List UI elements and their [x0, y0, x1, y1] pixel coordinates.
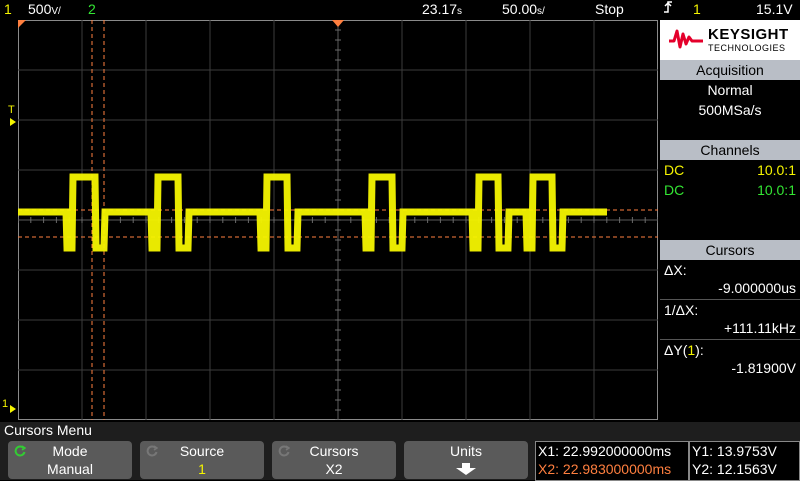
softkey-cursors[interactable]: Cursors X2	[272, 441, 396, 479]
time-reference[interactable]: 23.17s	[422, 0, 462, 21]
channel-1-ratio: 10.0:1	[757, 162, 796, 178]
trigger-channel[interactable]: 1	[693, 0, 701, 18]
y2-readout: Y2: 12.1563V	[692, 461, 777, 477]
delta-x-value: -9.000000us	[718, 280, 796, 296]
delta-y-label-channel: 1	[687, 342, 696, 358]
acquisition-mode: Normal	[707, 82, 753, 98]
trigger-level-arrow-icon	[10, 118, 16, 126]
cursors-header[interactable]: Cursors	[660, 240, 800, 260]
waveform-display[interactable]	[18, 20, 658, 420]
ch1-scale-value: 500	[28, 1, 52, 17]
softkey-source-value: 1	[198, 461, 206, 477]
y1-readout: Y1: 13.9753V	[692, 443, 777, 459]
x-cursor-readout: X1: 22.992000000ms X2: 22.983000000ms	[535, 441, 689, 481]
keysight-wave-icon	[669, 29, 703, 49]
channel-2-ratio: 10.0:1	[757, 182, 796, 198]
brand-sub: TECHNOLOGIES	[708, 43, 786, 53]
delta-y-label-post: ):	[695, 342, 704, 358]
softkey-mode[interactable]: Mode Manual	[8, 441, 132, 479]
softkey-mode-label: Mode	[52, 443, 88, 459]
x1-readout: X1: 22.992000000ms	[538, 443, 672, 459]
timebase-unit: s/	[537, 6, 545, 17]
softkey-units[interactable]: Units	[404, 441, 528, 479]
acquisition-rate: 500MSa/s	[698, 102, 762, 118]
brand-name: KEYSIGHT	[708, 26, 789, 43]
ch1-ground-marker[interactable]: 1	[2, 398, 8, 410]
delta-y-value: -1.81900V	[731, 360, 796, 376]
time-reference-unit: s	[457, 6, 463, 17]
trigger-level-marker[interactable]: T	[8, 104, 15, 116]
trigger-level[interactable]: 15.1V	[756, 0, 793, 18]
acquisition-header[interactable]: Acquisition	[660, 60, 800, 80]
delta-y-label-pre: ΔY(	[664, 342, 688, 358]
channel-1-coupling: DC	[664, 162, 685, 178]
softkey-cursors-label: Cursors	[309, 443, 359, 459]
ch1-scale[interactable]: 500V/	[28, 0, 61, 21]
delta-y-label: ΔY(1):	[660, 340, 800, 360]
run-state[interactable]: Stop	[595, 0, 624, 18]
left-edge-marker-icon	[18, 20, 26, 28]
keysight-logo: KEYSIGHT TECHNOLOGIES	[660, 20, 800, 60]
softkey-units-label: Units	[450, 443, 482, 459]
inverse-delta-x-value: +111.11kHz	[724, 320, 796, 336]
timebase[interactable]: 50.00s/	[502, 0, 545, 21]
delta-x-label: ΔX:	[664, 262, 687, 278]
menu-title: Cursors Menu	[4, 422, 92, 438]
time-reference-value: 23.17	[422, 1, 458, 17]
timebase-value: 50.00	[502, 1, 538, 17]
y-cursor-readout: Y1: 13.9753V Y2: 12.1563V	[689, 441, 800, 481]
trigger-position-icon	[332, 20, 344, 27]
ch1-scale-unit: V/	[51, 6, 61, 17]
side-panel: KEYSIGHT TECHNOLOGIES Acquisition Normal…	[660, 20, 800, 420]
ch1-ground-arrow-icon	[10, 405, 16, 413]
submenu-arrow-icon	[456, 463, 476, 475]
x2-readout: X2: 22.983000000ms	[538, 461, 672, 477]
status-bar: 1 500V/ 2 23.17s 50.00s/ Stop 1 15.1V	[0, 0, 800, 18]
softkey-source[interactable]: Source 1	[140, 441, 264, 479]
graticule	[18, 20, 658, 420]
ch1-number[interactable]: 1	[4, 0, 12, 18]
channel-2-coupling: DC	[664, 182, 685, 198]
softkey-cursors-value: X2	[325, 461, 343, 477]
trigger-edge-icon	[662, 0, 674, 19]
softkey-source-label: Source	[179, 443, 225, 459]
softkey-mode-value: Manual	[47, 461, 93, 477]
ch2-number[interactable]: 2	[88, 0, 96, 18]
channels-header[interactable]: Channels	[660, 140, 800, 160]
inverse-delta-x-label: 1/ΔX:	[664, 302, 699, 318]
